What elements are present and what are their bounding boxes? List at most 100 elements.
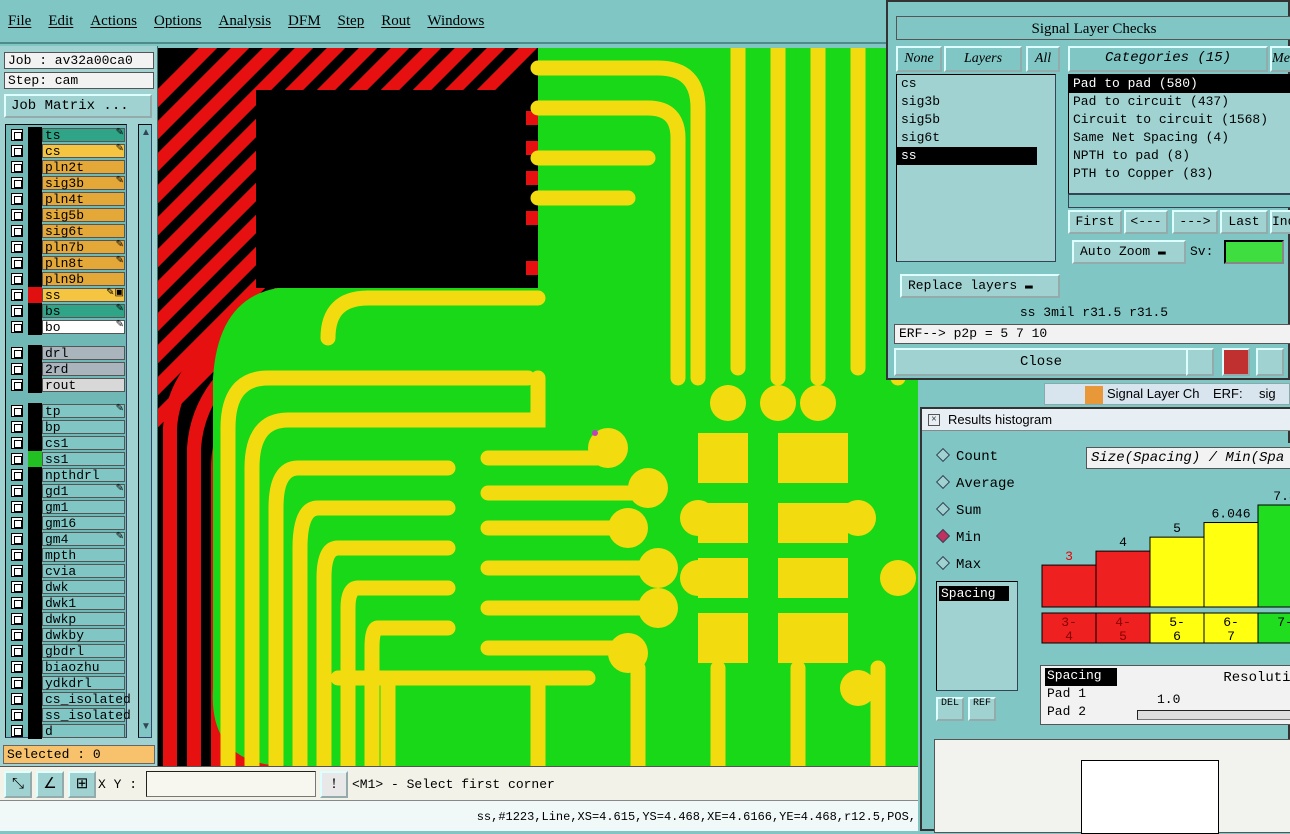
rv-layer-list[interactable]: cs sig3b sig5b sig6t ss	[896, 74, 1056, 262]
layer-color-swatch[interactable]	[28, 271, 42, 287]
layer-color-swatch[interactable]	[28, 643, 42, 659]
radio-average[interactable]: Average	[935, 474, 1015, 492]
layer-checkbox[interactable]	[11, 645, 23, 657]
layer-checkbox[interactable]	[11, 725, 23, 737]
layer-row-gbdrl[interactable]: gbdrl	[6, 643, 128, 659]
layer-row-cs[interactable]: cs ✎	[6, 143, 128, 159]
layer-name[interactable]: ss_isolated	[42, 708, 131, 723]
layer-checkbox[interactable]	[11, 485, 23, 497]
layer-color-swatch[interactable]	[28, 563, 42, 579]
rv-category-item[interactable]: PTH to Copper (83)	[1069, 165, 1290, 183]
layer-color-swatch[interactable]	[28, 287, 42, 303]
layer-name[interactable]: gbdrl	[42, 644, 125, 659]
pcb-canvas[interactable]	[158, 48, 918, 766]
layer-name[interactable]: pln7b	[42, 240, 125, 255]
layer-row-d[interactable]: d	[6, 723, 128, 739]
measure-icon[interactable]: ∠	[36, 771, 64, 798]
layer-color-swatch[interactable]	[28, 723, 42, 739]
menu-actions[interactable]: Actions	[90, 13, 137, 30]
layer-checkbox[interactable]	[11, 469, 23, 481]
layer-color-swatch[interactable]	[28, 675, 42, 691]
layer-name[interactable]: pln8t	[42, 256, 125, 271]
nav-item[interactable]: Pad 2	[1045, 704, 1117, 722]
layer-row-gm16[interactable]: gm16	[6, 515, 128, 531]
layer-row-dwkp[interactable]: dwkp	[6, 611, 128, 627]
layer-color-swatch[interactable]	[28, 175, 42, 191]
layer-color-swatch[interactable]	[28, 255, 42, 271]
layer-color-swatch[interactable]	[28, 191, 42, 207]
layer-color-swatch[interactable]	[28, 499, 42, 515]
layer-name[interactable]: rout	[42, 378, 125, 393]
layer-color-swatch[interactable]	[28, 345, 42, 361]
layer-name[interactable]: ydkdrl	[42, 676, 125, 691]
histogram-bar[interactable]	[1041, 564, 1097, 608]
layer-row-pln9b[interactable]: pln9b	[6, 271, 128, 287]
layer-row-dwkby[interactable]: dwkby	[6, 627, 128, 643]
layer-checkbox[interactable]	[11, 677, 23, 689]
layer-row-rout[interactable]: rout	[6, 377, 128, 393]
layer-name[interactable]: gm4	[42, 532, 125, 547]
layer-row-ydkdrl[interactable]: ydkdrl	[6, 675, 128, 691]
sv-color-selector[interactable]	[1224, 240, 1284, 264]
layer-name[interactable]: cs1	[42, 436, 125, 451]
menu-file[interactable]: File	[8, 13, 31, 30]
field-list[interactable]: Spacing	[936, 581, 1018, 691]
layer-row-ss[interactable]: ss ✎▣	[6, 287, 128, 303]
layer-color-swatch[interactable]	[28, 419, 42, 435]
next-button[interactable]: --->	[1172, 210, 1218, 234]
layer-checkbox[interactable]	[11, 257, 23, 269]
layer-checkbox[interactable]	[11, 533, 23, 545]
layer-name[interactable]: cs_isolated	[42, 692, 131, 707]
layer-color-swatch[interactable]	[28, 531, 42, 547]
layer-row-gd1[interactable]: gd1 ✎	[6, 483, 128, 499]
layer-row-tp[interactable]: tp ✎	[6, 403, 128, 419]
layer-checkbox[interactable]	[11, 453, 23, 465]
layer-checkbox[interactable]	[11, 161, 23, 173]
layer-row-gm1[interactable]: gm1	[6, 499, 128, 515]
categories-title[interactable]: Categories (15)	[1068, 46, 1268, 72]
layer-name[interactable]: cvia	[42, 564, 125, 579]
layer-color-swatch[interactable]	[28, 515, 42, 531]
window-menu-icon[interactable]: ×	[928, 414, 940, 426]
layer-name[interactable]: drl	[42, 346, 125, 361]
field-item[interactable]: Spacing	[939, 586, 1009, 601]
layer-color-swatch[interactable]	[28, 627, 42, 643]
layer-name[interactable]: bp	[42, 420, 125, 435]
layer-color-swatch[interactable]	[28, 361, 42, 377]
radio-min[interactable]: Min	[935, 528, 981, 546]
layer-checkbox[interactable]	[11, 421, 23, 433]
layer-row-cs1[interactable]: cs1	[6, 435, 128, 451]
layer-checkbox[interactable]	[11, 363, 23, 375]
menu-edit[interactable]: Edit	[48, 13, 73, 30]
layer-checkbox[interactable]	[11, 305, 23, 317]
layer-name[interactable]: pln2t	[42, 160, 125, 175]
layer-checkbox[interactable]	[11, 517, 23, 529]
layer-color-swatch[interactable]	[28, 595, 42, 611]
layer-checkbox[interactable]	[11, 273, 23, 285]
layer-row-sig3b[interactable]: sig3b ✎	[6, 175, 128, 191]
layer-name[interactable]: dwkp	[42, 612, 125, 627]
layer-name[interactable]: ts	[42, 128, 125, 143]
layer-checkbox[interactable]	[11, 225, 23, 237]
rv-category-item[interactable]: Pad to circuit (437)	[1069, 93, 1290, 111]
layer-checkbox[interactable]	[11, 437, 23, 449]
histogram-bar[interactable]	[1149, 536, 1205, 608]
auto-zoom-dropdown[interactable]: Auto Zoom ▬	[1072, 240, 1186, 264]
layer-name[interactable]: cs	[42, 144, 125, 159]
radio-max[interactable]: Max	[935, 555, 981, 573]
layer-checkbox[interactable]	[11, 241, 23, 253]
layer-checkbox[interactable]	[11, 209, 23, 221]
layer-color-swatch[interactable]	[28, 319, 42, 335]
ref-off-icon[interactable]	[1256, 348, 1284, 376]
layer-color-swatch[interactable]	[28, 707, 42, 723]
layer-name[interactable]: gd1	[42, 484, 125, 499]
rv-category-item[interactable]: Same Net Spacing (4)	[1069, 129, 1290, 147]
menu-options[interactable]: Options	[154, 13, 202, 30]
menu-rout[interactable]: Rout	[381, 13, 410, 30]
menu-dfm[interactable]: DFM	[288, 13, 321, 30]
layer-color-swatch[interactable]	[28, 303, 42, 319]
layer-checkbox[interactable]	[11, 501, 23, 513]
layer-row-drl[interactable]: drl	[6, 345, 128, 361]
xy-input[interactable]	[146, 771, 316, 797]
ref-button[interactable]: REF	[968, 697, 996, 721]
